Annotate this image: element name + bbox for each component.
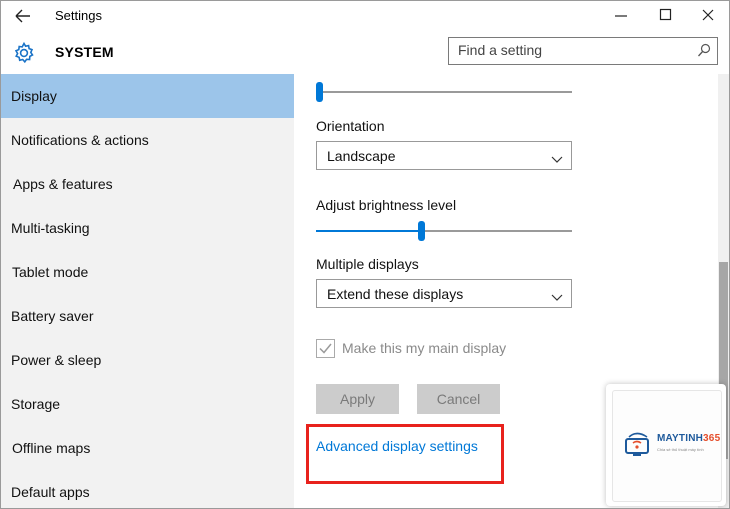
orientation-dropdown[interactable]: Landscape <box>316 141 572 170</box>
checkmark-icon <box>319 343 332 354</box>
slider-thumb[interactable] <box>316 82 323 102</box>
window-title: Settings <box>55 8 102 23</box>
sidebar-item-multitasking[interactable]: Multi-tasking <box>1 206 294 250</box>
search-input[interactable] <box>449 38 688 62</box>
main-display-label: Make this my main display <box>342 340 507 356</box>
scale-slider[interactable] <box>316 80 572 104</box>
sidebar-item-offline-maps[interactable]: Offline maps <box>1 426 294 470</box>
cancel-button[interactable]: Cancel <box>417 384 500 414</box>
sidebar-item-default-apps[interactable]: Default apps <box>1 470 294 508</box>
multiple-displays-dropdown[interactable]: Extend these displays <box>316 279 572 308</box>
settings-window: Settings SYSTEM Find a setting Display N… <box>0 0 730 509</box>
monitor-wifi-icon <box>625 432 649 456</box>
apply-button[interactable]: Apply <box>316 384 399 414</box>
back-arrow-icon[interactable] <box>13 7 33 25</box>
advanced-display-settings-link[interactable]: Advanced display settings <box>316 438 478 454</box>
chevron-down-icon <box>551 151 563 169</box>
watermark-card: MAYTINH365 Chia sẻ thủ thuật máy tính <box>612 390 722 502</box>
close-icon <box>702 9 714 21</box>
sidebar-item-apps-features[interactable]: Apps & features <box>1 162 294 206</box>
sidebar-item-battery-saver[interactable]: Battery saver <box>1 294 294 338</box>
main-display-checkbox[interactable] <box>316 339 335 358</box>
highlight-box <box>306 424 504 484</box>
search-icon[interactable] <box>697 43 711 64</box>
maximize-button[interactable] <box>651 5 681 27</box>
slider-thumb[interactable] <box>418 221 426 241</box>
slider-fill <box>316 230 419 232</box>
maximize-icon <box>659 8 672 21</box>
title-bar: Settings <box>1 1 729 31</box>
page-header: SYSTEM <box>1 31 729 73</box>
minimize-button[interactable] <box>606 5 636 27</box>
close-button[interactable] <box>693 5 723 27</box>
slider-track <box>316 91 572 93</box>
watermark-brand: MAYTINH365 <box>657 433 721 444</box>
search-box[interactable] <box>448 37 718 65</box>
orientation-label: Orientation <box>316 118 385 134</box>
sidebar: Display Notifications & actions Apps & f… <box>1 74 294 508</box>
watermark-logo: MAYTINH365 Chia sẻ thủ thuật máy tính <box>606 384 726 506</box>
orientation-value: Landscape <box>327 148 396 164</box>
sidebar-item-tablet-mode[interactable]: Tablet mode <box>1 250 294 294</box>
chevron-down-icon <box>551 289 563 307</box>
watermark-tagline: Chia sẻ thủ thuật máy tính <box>657 447 704 452</box>
multiple-displays-value: Extend these displays <box>327 286 464 302</box>
sidebar-item-power-sleep[interactable]: Power & sleep <box>1 338 294 382</box>
section-title: SYSTEM <box>55 44 114 60</box>
gear-icon <box>12 41 36 65</box>
brightness-label: Adjust brightness level <box>316 197 457 213</box>
brightness-slider[interactable] <box>316 219 572 243</box>
multiple-displays-label: Multiple displays <box>316 256 419 272</box>
sidebar-item-notifications[interactable]: Notifications & actions <box>1 118 294 162</box>
sidebar-item-display[interactable]: Display <box>1 74 294 118</box>
sidebar-item-storage[interactable]: Storage <box>1 382 294 426</box>
minimize-icon <box>615 15 627 17</box>
